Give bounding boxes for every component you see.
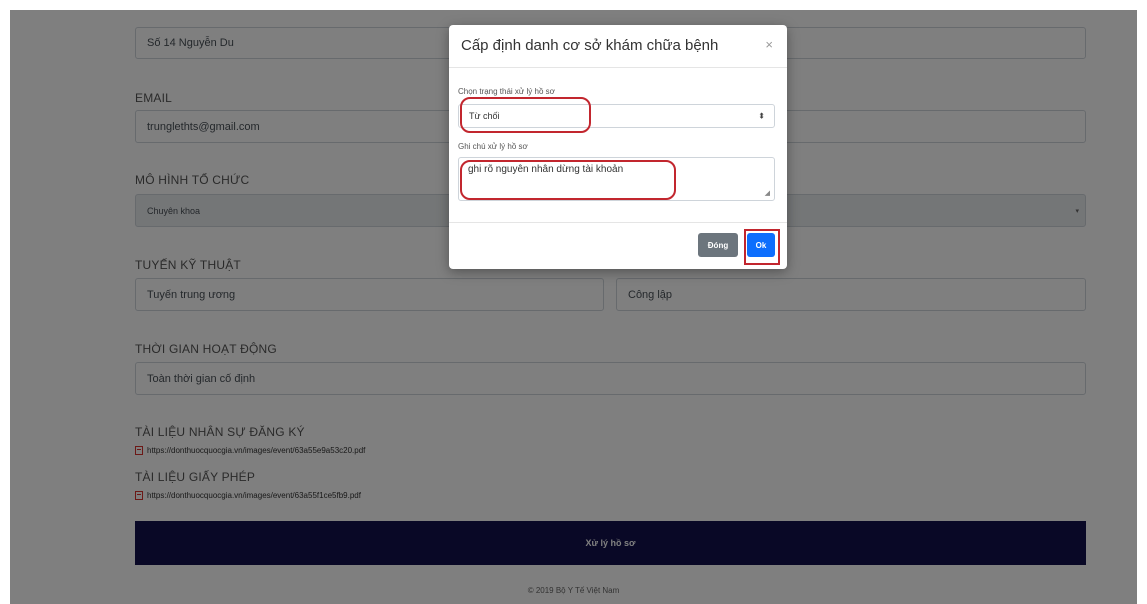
note-text: ghi rõ nguyên nhân dừng tài khoản: [468, 164, 624, 175]
modal-footer-divider: [449, 222, 787, 223]
note-label: Ghi chú xử lý hồ sơ: [458, 142, 528, 151]
page-edge-top: [0, 0, 1147, 10]
select-caret-icon: ⬍: [758, 111, 765, 121]
page-edge-right: [1137, 0, 1147, 604]
identification-modal: Cấp định danh cơ sở khám chữa bệnh × Chọ…: [449, 25, 787, 269]
page-edge-left: [0, 0, 10, 604]
status-select[interactable]: Từ chối ⬍: [458, 104, 775, 128]
modal-title: Cấp định danh cơ sở khám chữa bệnh: [461, 37, 719, 54]
status-label: Chọn trạng thái xử lý hồ sơ: [458, 87, 555, 96]
close-button[interactable]: Đóng: [698, 233, 738, 257]
modal-header: Cấp định danh cơ sở khám chữa bệnh ×: [449, 25, 787, 68]
note-textarea[interactable]: ghi rõ nguyên nhân dừng tài khoản ◢: [458, 157, 775, 201]
status-select-value: Từ chối: [469, 111, 500, 121]
resize-grip-icon[interactable]: ◢: [765, 189, 770, 197]
close-icon[interactable]: ×: [765, 37, 773, 52]
ok-button[interactable]: Ok: [747, 233, 775, 257]
